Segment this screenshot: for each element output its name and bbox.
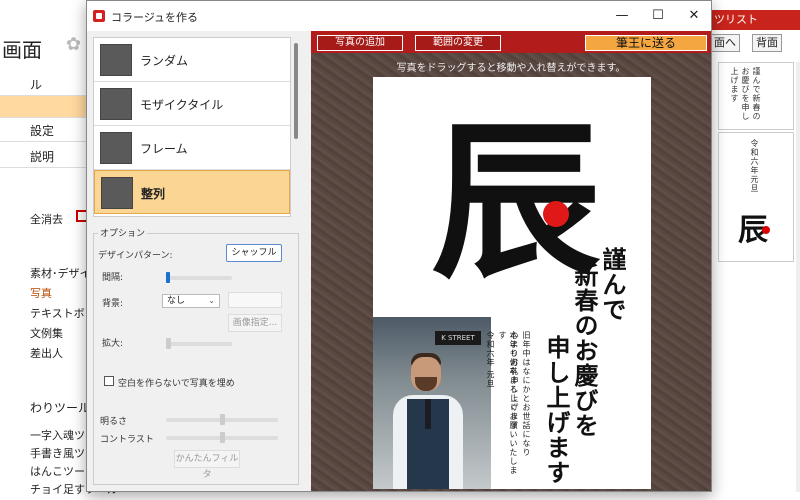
bg-item-2-highlighted[interactable] [0, 96, 92, 118]
spacing-slider-track[interactable] [166, 276, 232, 280]
send-to-fudeou-button[interactable]: 筆王に送る [585, 35, 707, 51]
layout-item-mosaic[interactable]: モザイクタイル [94, 82, 290, 126]
design-pattern-label: デザインパターン: [98, 251, 173, 261]
layout-list: ランダム モザイクタイル フレーム 整列 [93, 37, 291, 217]
image-spec-button[interactable]: 画像指定... [228, 314, 282, 332]
background-select-value: なし [167, 296, 186, 306]
flower-icon: ✿ [66, 34, 82, 55]
bg-mini-sun [762, 226, 770, 234]
message-line-3: 本年も何卒よろしくお願いいたします [498, 331, 518, 475]
street-sign: K STREET [435, 331, 481, 345]
collage-dialog: コラージュを作る — ☐ ✕ ランダム モザイクタイル フレーム 整列 オプショ… [86, 0, 712, 492]
background-label: 背景: [102, 299, 124, 309]
contrast-slider-thumb[interactable] [220, 432, 225, 443]
photo-tie [425, 399, 431, 429]
bg-next-button[interactable]: 背面 [752, 34, 782, 52]
change-range-button[interactable]: 範囲の変更 [415, 35, 501, 51]
no-gap-checkbox[interactable] [104, 376, 114, 386]
close-button[interactable]: ✕ [677, 1, 711, 31]
background-left-panel: 画面 ✿ ル 設定 説明 全消去 素材･デザイ 写真 テキストボック 文例集 差… [0, 0, 118, 500]
layout-item-random[interactable]: ランダム [94, 38, 290, 82]
layout-label: フレーム [140, 142, 188, 156]
spacing-label: 間隔: [102, 273, 124, 283]
drag-hint: 写真をドラッグすると移動や入れ替えができます。 [396, 63, 626, 74]
shuffle-button[interactable]: シャッフル [226, 244, 282, 262]
bg-section-sender[interactable]: 差出人 [30, 346, 63, 362]
easy-filter-button[interactable]: かんたんフィルタ [174, 450, 240, 480]
layout-scrollbar[interactable] [294, 43, 298, 139]
bg-section-material[interactable]: 素材･デザイ [30, 266, 91, 282]
layout-label: ランダム [140, 54, 189, 68]
background-title: 画面 [2, 38, 42, 62]
layout-item-frame[interactable]: フレーム [94, 126, 290, 170]
no-gap-label: 空白を作らないで写真を埋め [118, 379, 235, 389]
brightness-label: 明るさ [100, 417, 128, 427]
collage-preview: 写真の追加 範囲の変更 筆王に送る 写真をドラッグすると移動や入れ替えができます… [311, 31, 711, 491]
layout-label: 整列 [141, 187, 166, 201]
bg-prev-button[interactable]: 面へ [710, 34, 740, 52]
frame-layout-icon [100, 132, 132, 164]
red-sun-circle [543, 201, 569, 227]
collage-photo[interactable]: K STREET [373, 317, 491, 489]
clear-all-button[interactable]: 全消去 [30, 212, 63, 228]
brightness-slider-thumb[interactable] [220, 414, 225, 425]
maximize-button[interactable]: ☐ [641, 1, 675, 31]
dialog-title: コラージュを作る [111, 11, 199, 24]
layout-item-align[interactable]: 整列 [94, 170, 290, 214]
bg-item-settings[interactable]: 設定 [0, 120, 92, 142]
chevron-down-icon: ⌄ [208, 296, 215, 305]
bg-item-help[interactable]: 説明 [0, 146, 92, 168]
bg-thumb-text-1: 謹んで新春のお慶びを申し上げます [730, 67, 761, 121]
bg-tools-header: わりツール [30, 401, 91, 415]
options-panel: オプション デザインパターン: シャッフル 間隔: 背景: なし ⌄ 画像指定.… [93, 226, 299, 485]
add-photo-button[interactable]: 写真の追加 [317, 35, 403, 51]
greeting-line-3: 申し上げます [542, 335, 571, 485]
zoom-label: 拡大: [102, 339, 124, 349]
random-layout-icon [100, 44, 132, 76]
big-kanji: 辰 [431, 102, 602, 302]
postcard[interactable]: 辰 K STREET 謹んで 新春のお慶びを 申し上げます 旧年中はなにかとお世… [373, 77, 651, 489]
bg-thumb-card-1[interactable]: 謹んで新春のお慶びを申し上げます [718, 62, 794, 130]
bg-section-samples[interactable]: 文例集 [30, 326, 63, 342]
bg-thumb-text-2: 令和六年元旦 [750, 139, 759, 193]
layout-pane: ランダム モザイクタイル フレーム 整列 オプション デザインパターン: シャッ… [93, 37, 301, 489]
greeting-line-2: 新春のお慶びを [570, 263, 599, 438]
minimize-button[interactable]: — [605, 1, 639, 31]
background-color-swatch [228, 292, 282, 308]
zoom-slider-thumb[interactable] [166, 338, 171, 349]
bg-section-photo[interactable]: 写真 [30, 286, 52, 302]
bg-list-bar: ツリスト [710, 10, 800, 30]
layout-label: モザイクタイル [140, 98, 224, 112]
greeting-line-1: 謹んで [598, 247, 627, 322]
contrast-label: コントラスト [100, 435, 154, 445]
zoom-slider-track[interactable] [166, 342, 232, 346]
message-line-4: 令和六年 元旦 [486, 331, 495, 389]
mosaic-layout-icon [100, 88, 132, 120]
background-select[interactable]: なし ⌄ [162, 294, 220, 308]
bg-scrollbar[interactable] [796, 62, 800, 492]
app-icon [93, 10, 105, 22]
background-right-panel: ツリスト 面へ 背面 謹んで新春のお慶びを申し上げます 令和六年元旦 辰 [710, 0, 800, 500]
options-title: オプション [98, 226, 148, 239]
bg-item-1[interactable]: ル [0, 74, 92, 96]
spacing-slider-thumb[interactable] [166, 272, 170, 283]
grid-layout-icon [101, 177, 133, 209]
dialog-titlebar[interactable]: コラージュを作る — ☐ ✕ [87, 1, 711, 31]
message-line-1: 旧年中はなにかとお世話になり [522, 331, 531, 457]
